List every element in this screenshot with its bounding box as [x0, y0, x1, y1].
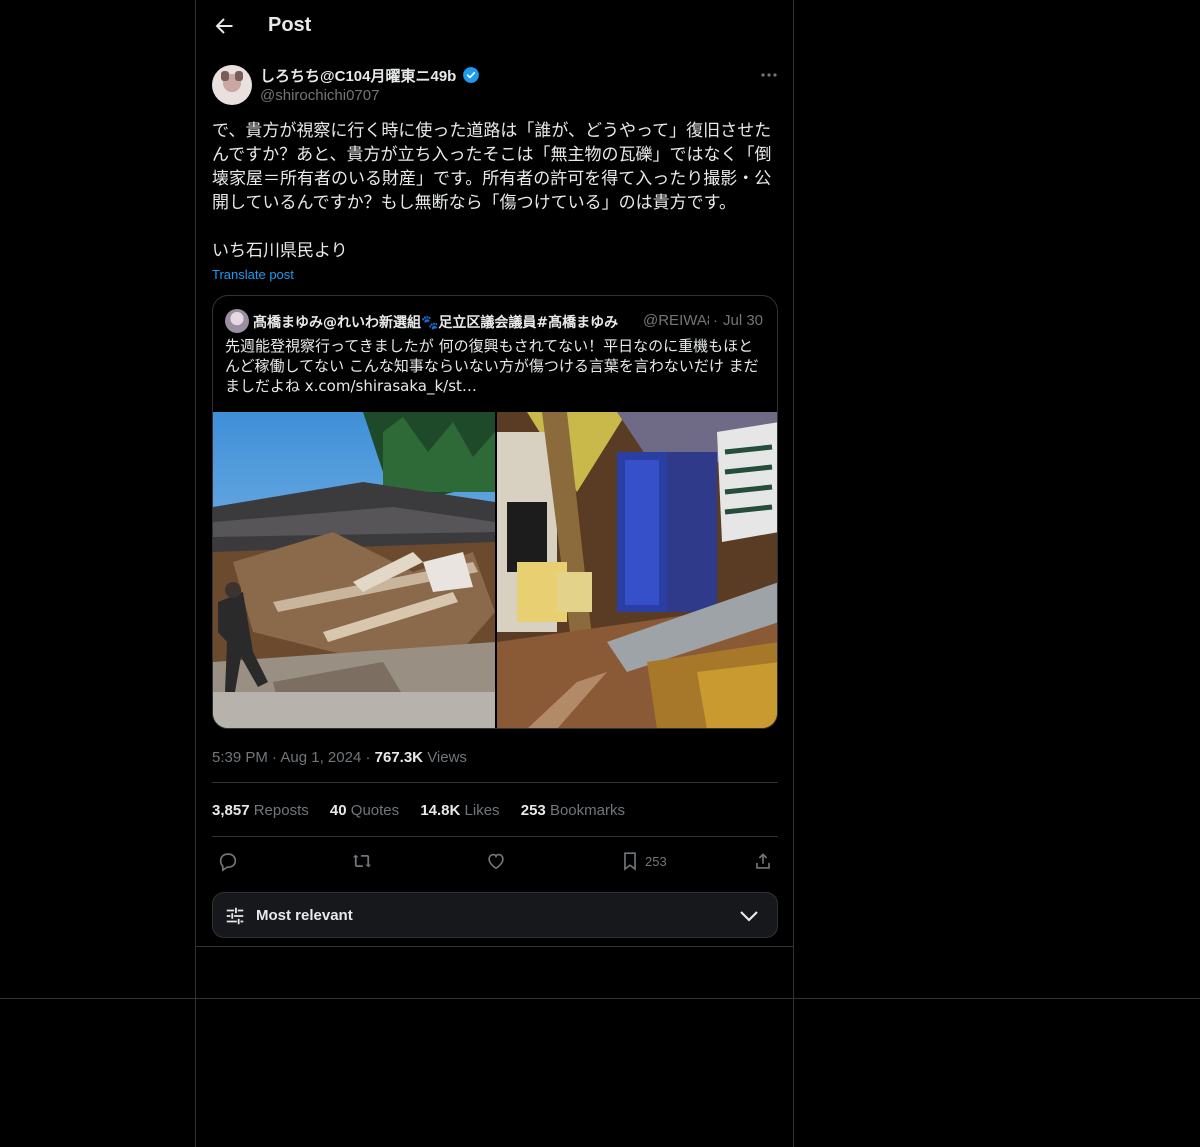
author-name[interactable]: しろちち@C104月曜東ニ49b — [260, 65, 456, 86]
reposts-label: Reposts — [253, 802, 309, 819]
sort-label: Most relevant — [256, 907, 353, 924]
bookmark-icon — [624, 852, 636, 871]
reposts-stat[interactable]: 3,857 Reposts — [212, 802, 309, 819]
quote-text: 先週能登視察行ってきましたが 何の復興もされてない！平日なのに重機もほとんど稼働… — [225, 337, 759, 395]
author-handle[interactable]: @shirochichi0707 — [260, 87, 379, 104]
quote-date: Jul 30 — [723, 312, 764, 329]
quote-avatar — [225, 309, 249, 333]
post-meta: 5:39 PM · Aug 1, 2024 · 767.3K Views — [212, 749, 467, 766]
reply-button[interactable] — [217, 850, 239, 872]
separator — [212, 836, 778, 837]
bookmarks-count: 253 — [520, 802, 546, 819]
back-arrow-icon[interactable] — [212, 14, 236, 38]
reply-icon — [219, 853, 237, 872]
quote-photo-interior-damage[interactable] — [497, 412, 777, 728]
avatar[interactable] — [212, 65, 252, 105]
meta-separator: · — [272, 749, 278, 766]
share-button[interactable] — [752, 850, 774, 872]
post-header: Post — [196, 0, 794, 53]
meta-separator: · — [365, 749, 371, 766]
post-body: で、貴方が視察に行く時に使った道路は「誰が、どうやって」復旧させたんですか？あと… — [212, 121, 772, 261]
post-stats: 3,857 Reposts 40 Quotes 14.8K Likes 253 … — [212, 802, 642, 819]
likes-label: Likes — [464, 802, 500, 819]
translate-post-link[interactable]: Translate post — [212, 267, 294, 282]
bookmark-button[interactable]: 253 — [619, 850, 667, 872]
quote-photo-collapsed-house[interactable] — [213, 412, 495, 728]
quote-author-handle: @REIWA8 — [643, 312, 709, 329]
views-label: Views — [427, 749, 467, 766]
separator — [212, 782, 778, 783]
heart-icon — [488, 853, 504, 870]
post-time[interactable]: 5:39 PM — [212, 749, 268, 766]
separator — [196, 946, 794, 947]
quote-author-name: 髙橋まゆみ@れいわ新選組🐾足立区議会議員#髙橋まゆみ — [253, 315, 619, 331]
repost-icon — [352, 854, 372, 868]
views-count: 767.3K — [374, 749, 424, 766]
quotes-count: 40 — [329, 802, 347, 819]
more-options-icon[interactable] — [759, 70, 779, 80]
likes-stat[interactable]: 14.8K Likes — [420, 802, 499, 819]
quoted-post[interactable]: 髙橋まゆみ@れいわ新選組🐾足立区議会議員#髙橋まゆみ @REIWA8 · Jul… — [212, 295, 778, 729]
share-icon — [756, 853, 770, 869]
quotes-stat[interactable]: 40 Quotes — [330, 802, 399, 819]
quote-separator: · — [713, 312, 718, 329]
verified-badge-icon[interactable] — [462, 66, 480, 84]
sort-replies-dropdown[interactable]: Most relevant — [212, 892, 778, 938]
page-title: Post — [268, 14, 312, 36]
repost-button[interactable] — [351, 850, 373, 872]
sliders-icon — [226, 907, 244, 925]
bookmarks-label: Bookmarks — [549, 802, 625, 819]
bookmark-count: 253 — [645, 853, 667, 869]
quotes-label: Quotes — [350, 802, 400, 819]
main-column: Post しろちち@C104月曜東ニ49b @shirochichi0707 で… — [195, 0, 794, 1147]
chevron-down-icon — [740, 911, 758, 922]
likes-count: 14.8K — [420, 802, 461, 819]
like-button[interactable] — [485, 850, 507, 872]
post-date[interactable]: Aug 1, 2024 — [280, 749, 361, 766]
reposts-count: 3,857 — [212, 802, 250, 819]
bookmarks-stat[interactable]: 253 Bookmarks — [521, 802, 625, 819]
